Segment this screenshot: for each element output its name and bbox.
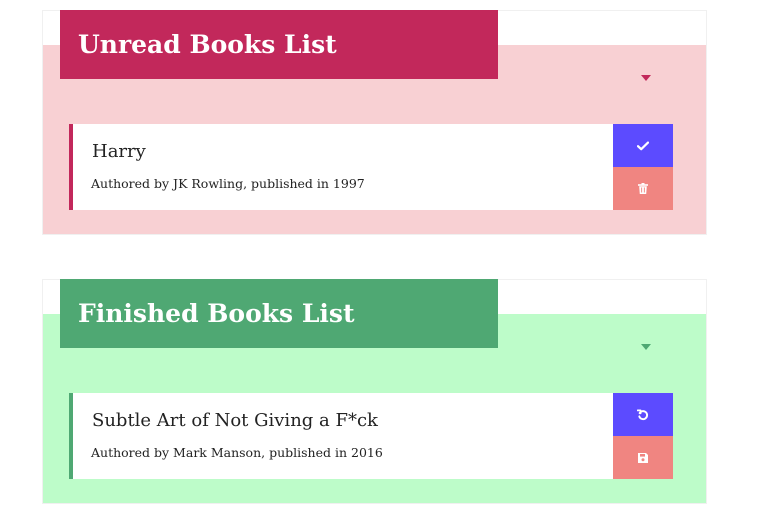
book-title: Harry: [92, 141, 146, 162]
trash-icon: [638, 183, 648, 194]
unread-panel-title: Unread Books List: [60, 10, 498, 79]
book-meta: Authored by JK Rowling, published in 199…: [91, 176, 365, 191]
book-meta: Authored by Mark Manson, published in 20…: [91, 445, 383, 460]
mark-unread-button[interactable]: [613, 393, 673, 436]
finished-books-panel: Finished Books List Subtle Art of Not Gi…: [42, 279, 707, 504]
unread-collapse-caret-icon[interactable]: [641, 75, 651, 81]
save-book-button[interactable]: [613, 436, 673, 479]
mark-finished-button[interactable]: [613, 124, 673, 167]
undo-icon: [637, 409, 649, 421]
finished-book-card: Subtle Art of Not Giving a F*ck Authored…: [69, 393, 673, 479]
finished-collapse-caret-icon[interactable]: [641, 344, 651, 350]
delete-book-button[interactable]: [613, 167, 673, 210]
unread-books-panel: Unread Books List Harry Authored by JK R…: [42, 10, 707, 235]
save-icon: [638, 452, 648, 463]
finished-panel-title: Finished Books List: [60, 279, 498, 348]
check-icon: [637, 141, 649, 151]
book-title: Subtle Art of Not Giving a F*ck: [92, 410, 378, 431]
unread-book-card: Harry Authored by JK Rowling, published …: [69, 124, 673, 210]
